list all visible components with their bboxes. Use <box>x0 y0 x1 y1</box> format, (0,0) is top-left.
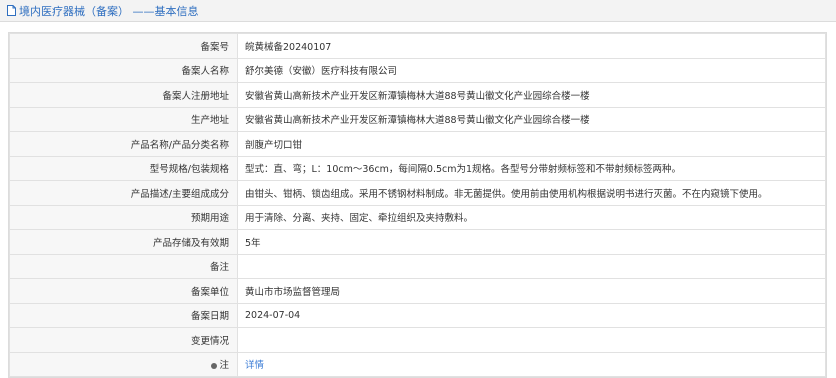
row-label: 备案单位 <box>9 278 238 304</box>
table-row: 备案号 皖黄械备20240107 <box>9 33 826 59</box>
row-label: 产品描述/主要组成成分 <box>9 180 238 206</box>
table-row: 备案日期 2024-07-04 <box>9 302 826 328</box>
table-row: 备注 <box>9 253 826 279</box>
row-label: 型号规格/包装规格 <box>9 155 238 181</box>
row-value <box>237 327 826 353</box>
detail-link[interactable]: 详情 <box>245 360 264 371</box>
row-label: 变更情况 <box>9 327 238 353</box>
table-row: 备案人名称 舒尔美德（安徽）医疗科技有限公司 <box>9 57 826 83</box>
note-label-cell: 注 <box>9 351 238 377</box>
table-row: 预期用途 用于清除、分离、夹持、固定、牵拉组织及夹持敷料。 <box>9 204 826 230</box>
row-value: 2024-07-04 <box>237 302 826 328</box>
row-value: 舒尔美德（安徽）医疗科技有限公司 <box>237 57 826 83</box>
row-value: 用于清除、分离、夹持、固定、牵拉组织及夹持敷料。 <box>237 204 826 230</box>
table-row: 备案单位 黄山市市场监督管理局 <box>9 278 826 304</box>
row-value: 黄山市市场监督管理局 <box>237 278 826 304</box>
row-label: 备案人名称 <box>9 57 238 83</box>
row-label: 产品存储及有效期 <box>9 229 238 255</box>
row-label: 备注 <box>9 253 238 279</box>
note-row: 注 详情 <box>9 351 826 377</box>
info-table-card: 备案号 皖黄械备20240107 备案人名称 舒尔美德（安徽）医疗科技有限公司 … <box>8 32 827 378</box>
page-title: 境内医疗器械（备案） ——基本信息 <box>19 4 199 18</box>
info-table: 备案号 皖黄械备20240107 备案人名称 舒尔美德（安徽）医疗科技有限公司 … <box>9 33 826 377</box>
table-row: 变更情况 <box>9 327 826 353</box>
table-row: 产品存储及有效期 5年 <box>9 229 826 255</box>
row-label: 备案号 <box>9 33 238 59</box>
row-value: 5年 <box>237 229 826 255</box>
row-value: 型式：直、弯；L：10cm～36cm，每间隔0.5cm为1规格。各型号分带射频标… <box>237 155 826 181</box>
row-value: 由钳头、钳柄、锁齿组成。采用不锈钢材料制成。非无菌提供。使用前由使用机构根据说明… <box>237 180 826 206</box>
table-row: 产品名称/产品分类名称 剖腹产切口钳 <box>9 131 826 157</box>
note-value-cell: 详情 <box>237 351 826 377</box>
row-label: 备案日期 <box>9 302 238 328</box>
document-icon <box>7 5 16 16</box>
row-value: 安徽省黄山高新技术产业开发区新潭镇梅林大道88号黄山徽文化产业园综合楼一楼 <box>237 82 826 108</box>
row-value: 剖腹产切口钳 <box>237 131 826 157</box>
note-pin-icon <box>211 362 218 369</box>
page-header: 境内医疗器械（备案） ——基本信息 <box>0 0 836 22</box>
row-label: 生产地址 <box>9 106 238 132</box>
row-label: 预期用途 <box>9 204 238 230</box>
table-row: 生产地址 安徽省黄山高新技术产业开发区新潭镇梅林大道88号黄山徽文化产业园综合楼… <box>9 106 826 132</box>
row-value: 安徽省黄山高新技术产业开发区新潭镇梅林大道88号黄山徽文化产业园综合楼一楼 <box>237 106 826 132</box>
row-value: 皖黄械备20240107 <box>237 33 826 59</box>
table-row: 型号规格/包装规格 型式：直、弯；L：10cm～36cm，每间隔0.5cm为1规… <box>9 155 826 181</box>
table-row: 产品描述/主要组成成分 由钳头、钳柄、锁齿组成。采用不锈钢材料制成。非无菌提供。… <box>9 180 826 206</box>
table-row: 备案人注册地址 安徽省黄山高新技术产业开发区新潭镇梅林大道88号黄山徽文化产业园… <box>9 82 826 108</box>
row-value <box>237 253 826 279</box>
row-label: 产品名称/产品分类名称 <box>9 131 238 157</box>
row-label: 备案人注册地址 <box>9 82 238 108</box>
note-label: 注 <box>219 360 229 372</box>
